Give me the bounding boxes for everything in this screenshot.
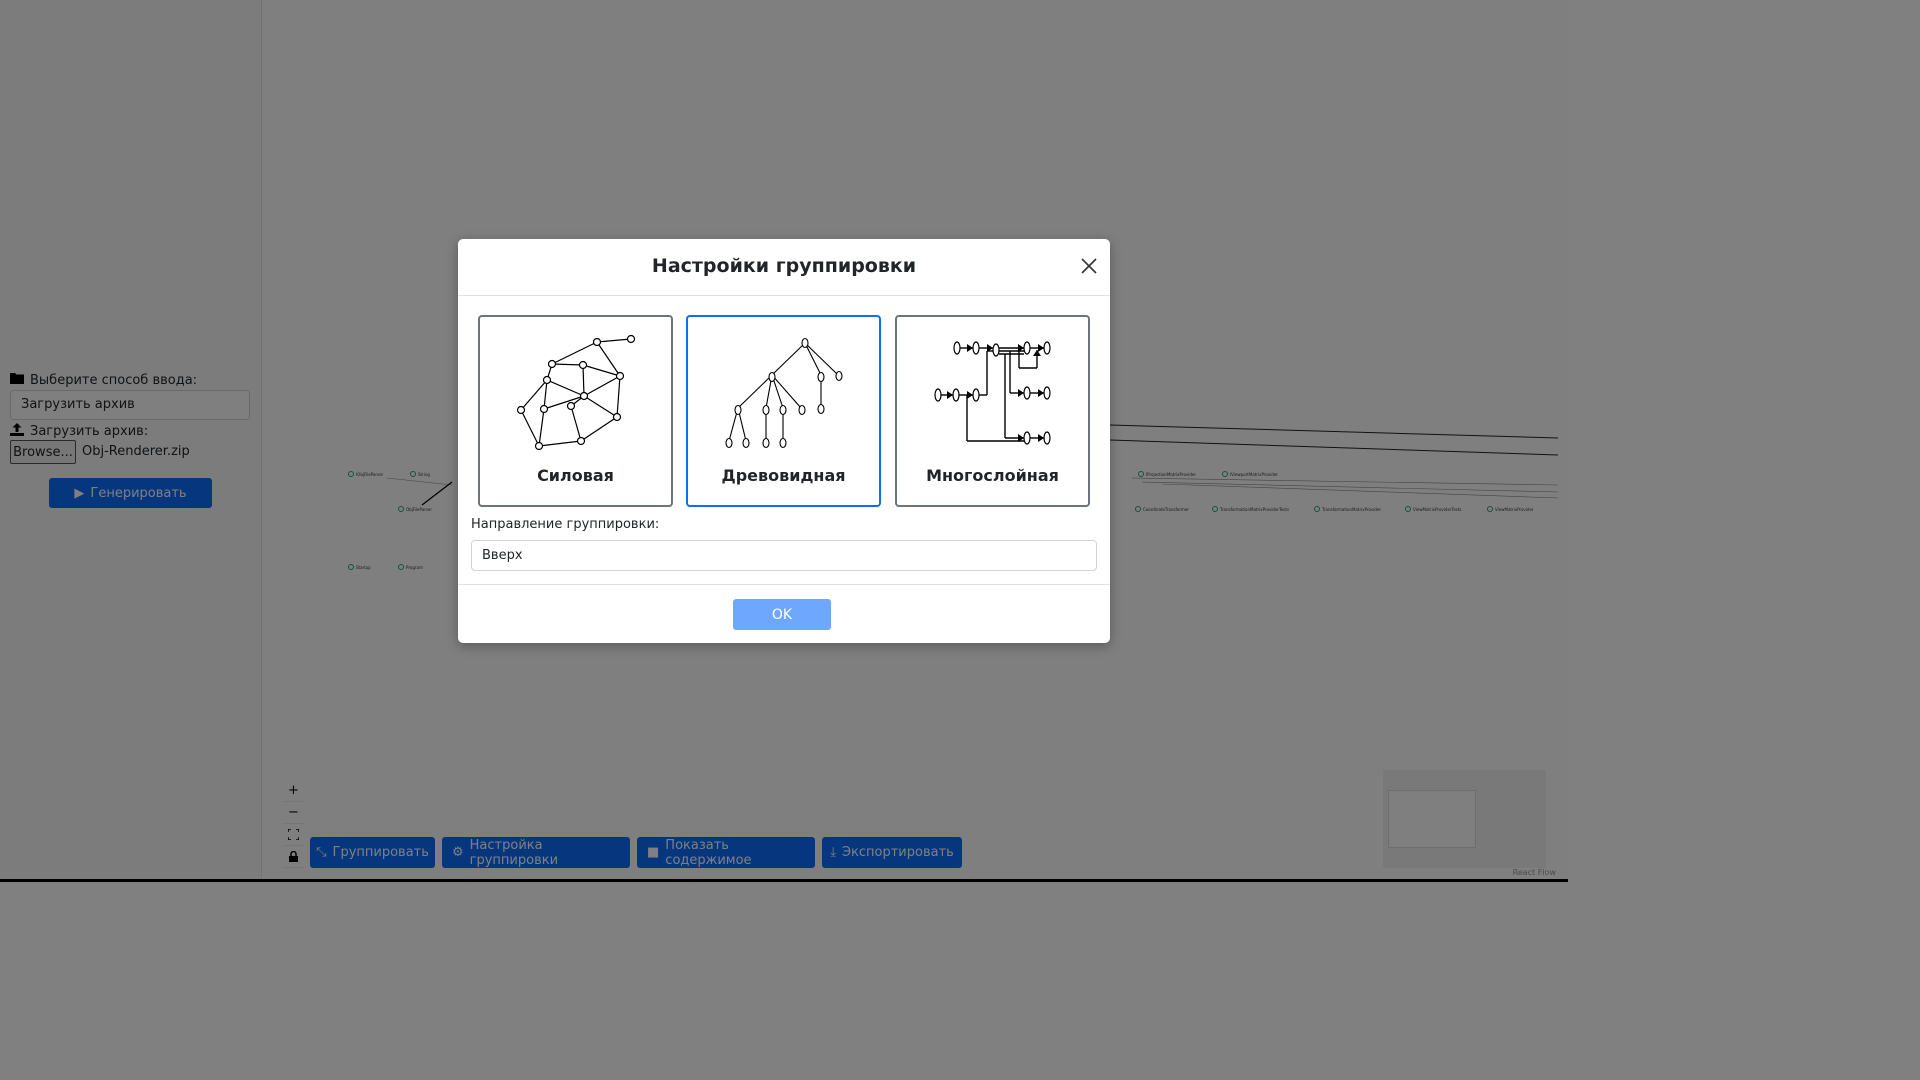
layout-option-label: Многослойная: [926, 466, 1059, 485]
close-button[interactable]: [1078, 255, 1100, 277]
modal-footer: [458, 584, 1110, 585]
layout-option-force[interactable]: Силовая: [478, 315, 673, 507]
group-settings-modal: Настройки группировки Силовая Древовидна…: [458, 239, 1110, 643]
layout-option-label: Силовая: [537, 466, 614, 485]
ok-button[interactable]: OK: [733, 599, 831, 630]
modal-title: Настройки группировки: [651, 255, 917, 277]
modal-header: Настройки группировки: [458, 239, 1110, 296]
direction-label: Направление группировки:: [471, 517, 660, 532]
layout-option-label: Древовидная: [721, 466, 846, 485]
layout-option-layered[interactable]: Многослойная: [895, 315, 1090, 507]
layout-option-tree[interactable]: Древовидная: [686, 315, 881, 507]
direction-select[interactable]: Вверх: [471, 540, 1097, 571]
close-icon: [1081, 258, 1097, 274]
